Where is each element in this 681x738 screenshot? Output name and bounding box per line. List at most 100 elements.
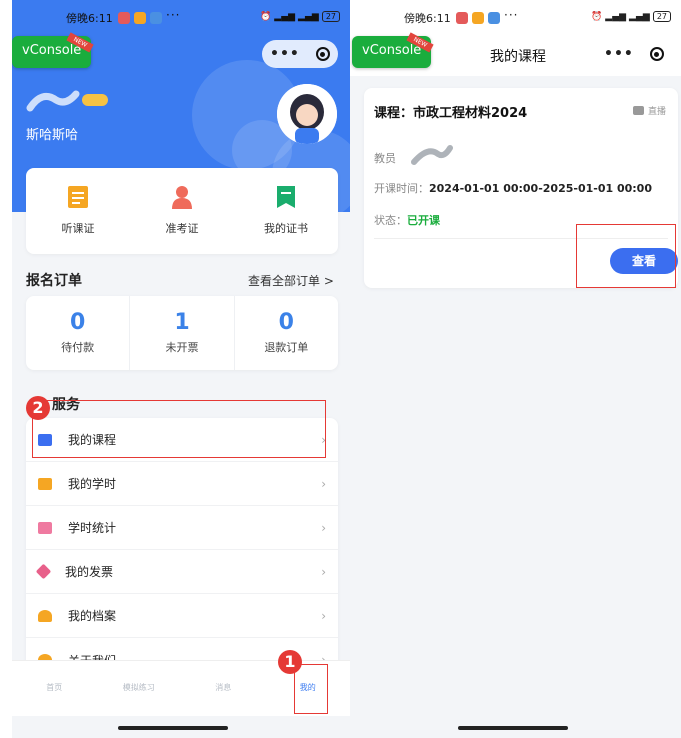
status-more: ··· [166,8,181,22]
my-courses-screen: 傍晚6:11 ··· ⏰ ▂▄▆ ▂▄▆ 27 vConsole NEW 我的课… [350,0,681,738]
battery-icon: 27 [652,11,671,22]
tab-label: 首页 [46,683,63,692]
miniprogram-capsule: ••• [596,40,672,68]
vconsole-button[interactable]: vConsole NEW [12,32,94,68]
level-badge-icon [82,94,108,106]
vconsole-label: vConsole [22,43,82,58]
service-label: 学时统计 [68,521,117,535]
quick-action-label: 我的证书 [264,222,308,235]
tab-messages[interactable]: 消息 [181,661,266,716]
order-count: 1 [174,310,190,335]
hours-icon [38,477,52,490]
time-label: 开课时间： [374,182,429,195]
avatar[interactable] [277,84,337,144]
service-my-invoices[interactable]: 我的发票 › [26,550,338,594]
status-more: ··· [504,8,519,22]
tab-label: 消息 [215,683,232,692]
tag-icon [35,563,52,580]
username: 斯哈斯哈 [26,128,79,143]
course-status: 状态：已开课 [374,212,440,228]
order-count: 0 [278,310,294,335]
service-hour-statistics[interactable]: 学时统计 › [26,506,338,550]
service-my-records[interactable]: 我的档案 › [26,594,338,638]
chevron-right-icon: › [321,608,326,623]
annotation-box-mine-tab [294,664,328,714]
status-bar: 傍晚6:11 ··· ⏰ ▂▄▆ ▂▄▆ 27 [350,8,681,30]
order-refunds[interactable]: 0 退款订单 [233,296,338,370]
notification-icon [118,12,130,24]
order-not-invoiced[interactable]: 1 未开票 [129,296,233,370]
course-teacher: 教员 [374,150,396,166]
status-label: 状态： [374,214,407,227]
view-all-orders-link[interactable]: 查看全部订单 > [248,272,334,289]
signal-icon: ▂▄▆ [605,11,627,22]
person-icon [172,186,192,209]
teacher-label: 教员 [374,152,396,165]
vconsole-button[interactable]: vConsole NEW [352,32,434,68]
notification-icon [150,12,162,24]
tab-home[interactable]: 首页 [12,661,97,716]
tab-mock-practice[interactable]: 模拟练习 [97,661,182,716]
status-system-icons: ⏰ ▂▄▆ ▂▄▆ 27 [591,11,671,22]
service-label: 我的学时 [68,477,117,491]
order-label: 未开票 [165,341,199,354]
tab-label: 模拟练习 [122,683,155,692]
more-menu-icon[interactable]: ••• [604,46,634,62]
alarm-icon: ⏰ [260,11,272,22]
service-label: 我的发票 [65,565,114,579]
chevron-right-icon: › [321,476,326,491]
notification-icon [472,12,484,24]
order-label: 退款订单 [264,341,309,354]
status-bar: 傍晚6:11 ··· ⏰ ▂▄▆ ▂▄▆ 27 [12,8,350,30]
status-app-icons [118,12,162,24]
quick-actions-card: 听课证 准考证 我的证书 [26,168,338,254]
status-system-icons: ⏰ ▂▄▆ ▂▄▆ 27 [260,11,340,22]
battery-icon: 27 [321,11,340,22]
blurred-teacher-name [411,145,453,165]
quick-action-admission-ticket[interactable]: 准考证 [137,184,227,254]
video-camera-icon [632,106,644,115]
statistics-icon [38,521,52,534]
close-miniprogram-icon[interactable] [315,47,330,61]
document-icon [68,186,88,208]
quick-action-label: 准考证 [165,222,199,235]
orders-card: 0 待付款 1 未开票 0 退款订单 [26,296,338,370]
service-my-hours[interactable]: 我的学时 › [26,462,338,506]
live-tag: 直播 [632,104,666,117]
step-badge-2: 2 [26,396,50,420]
status-time: 傍晚6:11 [404,12,451,25]
orders-section-title: 报名订单 [26,273,82,289]
signal-icon: ▂▄▆ [629,11,650,22]
status-time: 傍晚6:11 [66,12,113,25]
status-value: 已开课 [407,214,440,227]
annotation-box-my-courses [32,400,326,458]
chevron-right-icon: › [321,520,326,535]
status-app-icons [456,12,500,24]
more-menu-icon[interactable]: ••• [270,46,300,62]
quick-action-label: 听课证 [61,222,95,235]
profile-icon [38,609,52,622]
alarm-icon: ⏰ [591,11,603,22]
vconsole-label: vConsole [362,43,422,58]
service-label: 我的档案 [68,609,117,623]
course-time: 开课时间：2024-01-01 00:00-2025-01-01 00:00 [374,180,652,196]
miniprogram-capsule: ••• [262,40,338,68]
course-title: 课程：市政工程材料2024 [374,106,528,121]
annotation-box-view-button [576,224,676,288]
order-count: 0 [70,310,86,335]
quick-action-my-certificates[interactable]: 我的证书 [241,184,331,254]
profile-screen: 斯哈斯哈 傍晚6:11 ··· ⏰ ▂▄▆ ▂▄▆ 27 vConsole NE… [12,0,350,738]
bookmark-icon [277,186,295,208]
order-label: 待付款 [61,341,95,354]
notification-icon [134,12,146,24]
step-badge-1: 1 [278,650,302,674]
notification-icon [456,12,468,24]
close-miniprogram-icon[interactable] [649,47,664,61]
time-value: 2024-01-01 00:00-2025-01-01 00:00 [429,182,652,195]
chevron-right-icon: › [321,564,326,579]
live-label: 直播 [647,107,666,117]
signal-icon: ▂▄▆ [298,11,319,22]
order-pending-payment[interactable]: 0 待付款 [26,296,129,370]
quick-action-attendance-card[interactable]: 听课证 [33,184,123,254]
home-indicator [458,726,568,730]
